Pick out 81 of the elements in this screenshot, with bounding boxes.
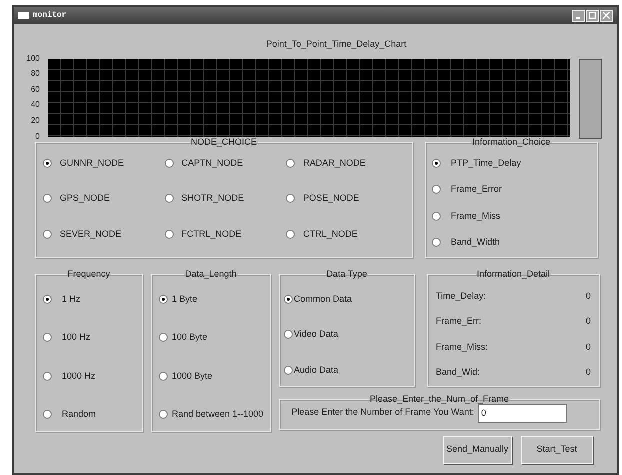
radio-label: POSE_NODE [303, 192, 360, 205]
radio-button[interactable] [43, 410, 52, 420]
radio-button[interactable] [159, 294, 168, 304]
radio-button[interactable] [43, 333, 52, 342]
frame-count-label: Please Enter the Number of Frame You Want: [292, 406, 474, 420]
group-title: Information_Detail [476, 270, 552, 278]
frame-count-field[interactable]: 0 [478, 404, 568, 422]
maximize-icon [589, 12, 596, 19]
radio-label: Random [62, 408, 96, 421]
radio-label: CTRL_NODE [303, 228, 358, 241]
axis-tick-label: 0 [36, 132, 40, 140]
radio-button[interactable] [286, 194, 296, 204]
axis-tick-label: 60 [31, 86, 40, 94]
radio-label: FCTRL_NODE [182, 228, 242, 241]
radio-label: Common Data [294, 292, 352, 306]
radio-label: Frame_Miss [451, 210, 501, 223]
window-icon [18, 12, 29, 19]
radio-label: 1000 Byte [172, 370, 213, 383]
radio-label: 1000 Hz [62, 370, 96, 382]
action-button[interactable]: Start_Test [521, 436, 593, 464]
group-title: Information_Choice [471, 138, 552, 146]
radio-button[interactable] [43, 230, 52, 239]
group-title: Data Type [326, 270, 368, 278]
radio-button[interactable] [432, 185, 441, 194]
radio-button[interactable] [164, 194, 174, 204]
radio-button[interactable] [286, 230, 296, 239]
detail-label: Band_Wid: [436, 366, 480, 379]
radio-label: Rand between 1--1000 [172, 408, 264, 421]
detail-label: Time_Delay: [436, 290, 486, 303]
radio-label: Band_Width [451, 236, 500, 249]
axis-tick-label: 40 [31, 101, 40, 110]
radio-label: 100 Hz [62, 331, 91, 344]
radio-button[interactable] [164, 158, 174, 168]
axis-tick-label: 80 [31, 70, 40, 78]
maximize-button[interactable] [586, 10, 599, 22]
radio-label: GUNNR_NODE [60, 156, 124, 170]
detail-label: Frame_Err: [436, 315, 482, 328]
radio-label: 1 Byte [172, 292, 198, 306]
chart-title: Point_To_Point_Time_Delay_Chart [266, 38, 407, 51]
radio-button[interactable] [43, 372, 52, 381]
group-title: Frequency [66, 270, 112, 278]
radio-label: Video Data [294, 328, 338, 341]
radio-label: SEVER_NODE [60, 228, 122, 241]
radio-label: Audio Data [294, 364, 339, 376]
detail-value: 0 [586, 340, 591, 354]
radio-label: PTP_Time_Delay [451, 156, 522, 170]
radio-label: RADAR_NODE [303, 156, 366, 170]
radio-button[interactable] [286, 158, 296, 168]
radio-button[interactable] [432, 212, 441, 221]
radio-button[interactable] [284, 294, 293, 304]
radio-button[interactable] [159, 372, 168, 381]
radio-label: Frame_Error [451, 183, 502, 196]
group-title: Please_Enter_the_Num_of_Frame [368, 394, 510, 404]
radio-label: SHOTR_NODE [182, 192, 244, 205]
axis-tick-label: 100 [26, 54, 40, 62]
close-icon [603, 12, 610, 19]
radio-button[interactable] [159, 410, 168, 420]
radio-label: 1 Hz [62, 292, 81, 306]
radio-label: CAPTN_NODE [182, 156, 244, 170]
close-button[interactable] [600, 10, 613, 22]
detail-value: 0 [586, 315, 591, 328]
minimize-button[interactable] [572, 10, 585, 22]
radio-button[interactable] [432, 238, 441, 248]
axis-tick-label: 20 [31, 116, 40, 125]
radio-button[interactable] [164, 230, 174, 239]
radio-button[interactable] [432, 158, 441, 168]
radio-button[interactable] [159, 333, 168, 342]
action-button[interactable]: Send_Manually [443, 436, 512, 464]
radio-label: 100 Byte [172, 331, 208, 344]
radio-button[interactable] [43, 194, 52, 204]
radio-label: GPS_NODE [60, 192, 110, 205]
group-title: NODE_CHOICE [190, 138, 258, 146]
radio-button[interactable] [284, 366, 293, 375]
radio-button[interactable] [43, 158, 52, 168]
detail-label: Frame_Miss: [436, 340, 488, 354]
window-title: monitor [33, 10, 67, 22]
group-title: Data_Length [184, 270, 238, 278]
radio-button[interactable] [284, 330, 293, 340]
detail-value: 0 [586, 366, 591, 379]
radio-button[interactable] [43, 294, 52, 304]
detail-value: 0 [586, 290, 591, 302]
